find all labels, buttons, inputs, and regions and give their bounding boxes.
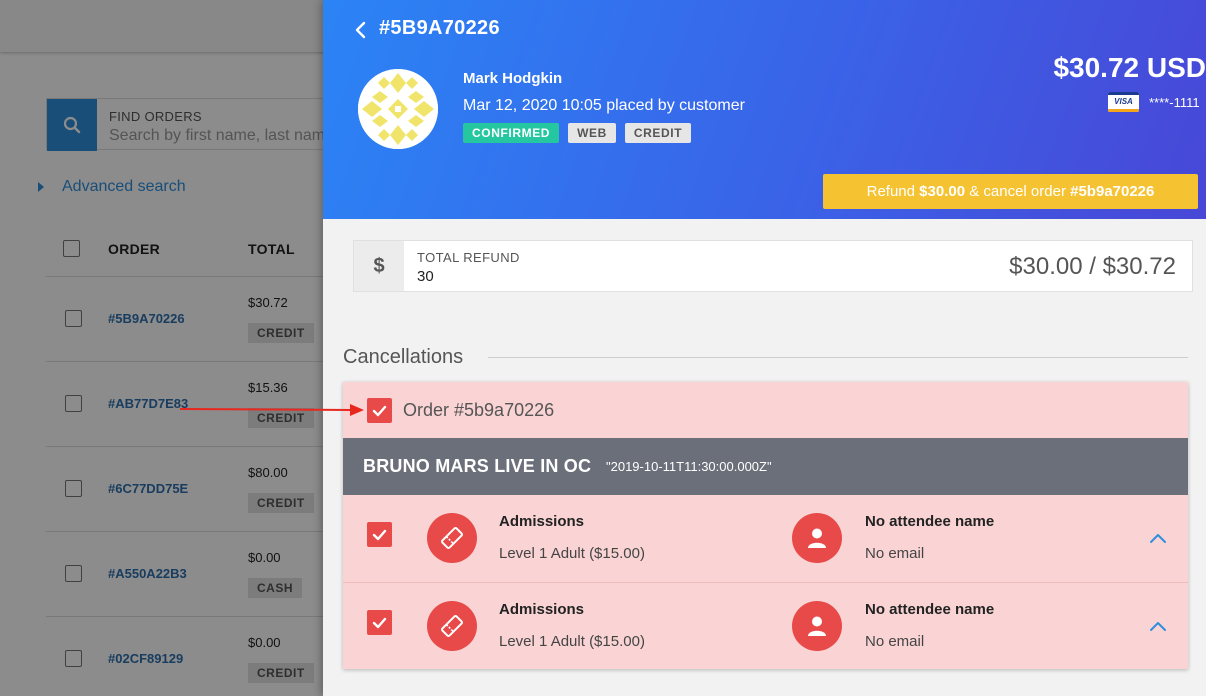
cancellation-card: Order #5b9a70226 BRUNO MARS LIVE IN OC "…: [343, 382, 1188, 669]
status-badge: CONFIRMED: [463, 123, 560, 143]
attendee-avatar: [792, 513, 842, 563]
order-title: #5B9A70226: [379, 17, 500, 39]
attendee-name: No attendee name: [865, 601, 995, 618]
attendee-email: No email: [865, 545, 925, 562]
order-detail-drawer: #5B9A70226 Mark Hodgkin Mar 12, 2020 10:…: [323, 0, 1206, 696]
event-date: "2019-10-11T11:30:00.000Z": [606, 459, 772, 474]
attendee-avatar: [792, 601, 842, 651]
section-divider: [488, 357, 1188, 358]
ticket-title: Admissions: [499, 513, 585, 530]
card-number: ****-1111: [1149, 94, 1200, 110]
check-icon: [372, 529, 387, 540]
person-icon: [808, 528, 826, 548]
order-placed-meta: Mar 12, 2020 10:05 placed by customer: [463, 97, 745, 114]
ticket-checkbox[interactable]: [367, 610, 392, 635]
ticket-row: Admissions Level 1 Adult ($15.00) No atten…: [343, 495, 1188, 582]
customer-name: Mark Hodgkin: [463, 70, 563, 87]
attendee-name: No attendee name: [865, 513, 995, 530]
chevron-up-icon[interactable]: [1149, 532, 1167, 544]
total-refund-input[interactable]: [417, 268, 617, 285]
event-name: BRUNO MARS LIVE IN OC: [363, 456, 592, 476]
refund-ratio: $30.00 / $30.72: [1009, 253, 1176, 280]
total-refund-label: TOTAL REFUND: [417, 250, 520, 265]
total-refund-field: $ TOTAL REFUND $30.00 / $30.72: [353, 240, 1193, 292]
payment-badge: CREDIT: [624, 123, 692, 143]
check-icon: [372, 405, 387, 416]
check-icon: [372, 617, 387, 628]
order-header: #5B9A70226 Mark Hodgkin Mar 12, 2020 10:…: [323, 0, 1206, 219]
ticket-level: Level 1 Adult ($15.00): [499, 545, 645, 562]
chevron-up-icon[interactable]: [1149, 620, 1167, 632]
ticket-type-icon: [427, 513, 477, 563]
channel-badge: WEB: [568, 123, 616, 143]
currency-symbol: $: [354, 241, 404, 291]
ticket-icon: [441, 615, 463, 637]
event-header: BRUNO MARS LIVE IN OC "2019-10-11T11:30:…: [343, 438, 1188, 495]
ticket-title: Admissions: [499, 601, 585, 618]
ticket-row: Admissions Level 1 Adult ($15.00) No atten…: [343, 582, 1188, 669]
refund-cancel-button[interactable]: Refund $30.00 & cancel order #5b9a70226: [823, 174, 1198, 209]
visa-card-icon: VISA: [1108, 92, 1139, 112]
ticket-checkbox[interactable]: [367, 522, 392, 547]
order-tags: CONFIRMED WEB CREDIT: [463, 123, 692, 143]
ticket-icon: [441, 527, 463, 549]
ticket-type-icon: [427, 601, 477, 651]
chevron-left-icon[interactable]: [351, 18, 371, 42]
order-label: Order #5b9a70226: [403, 400, 555, 420]
person-icon: [808, 616, 826, 636]
order-amount: $30.72 USD: [1053, 52, 1206, 83]
attendee-email: No email: [865, 633, 925, 650]
refund-prefix: Refund: [866, 183, 915, 200]
cancellations-heading: Cancellations: [343, 346, 464, 368]
ticket-level: Level 1 Adult ($15.00): [499, 633, 645, 650]
payment-card: VISA ****-1111: [1108, 92, 1200, 112]
refund-order: #5b9a70226: [1070, 183, 1155, 200]
refund-middle: & cancel order: [969, 183, 1066, 200]
avatar: [358, 69, 438, 149]
order-cancel-checkbox[interactable]: [367, 398, 392, 423]
refund-amount: $30.00: [919, 183, 966, 200]
identicon-image: [358, 69, 438, 149]
